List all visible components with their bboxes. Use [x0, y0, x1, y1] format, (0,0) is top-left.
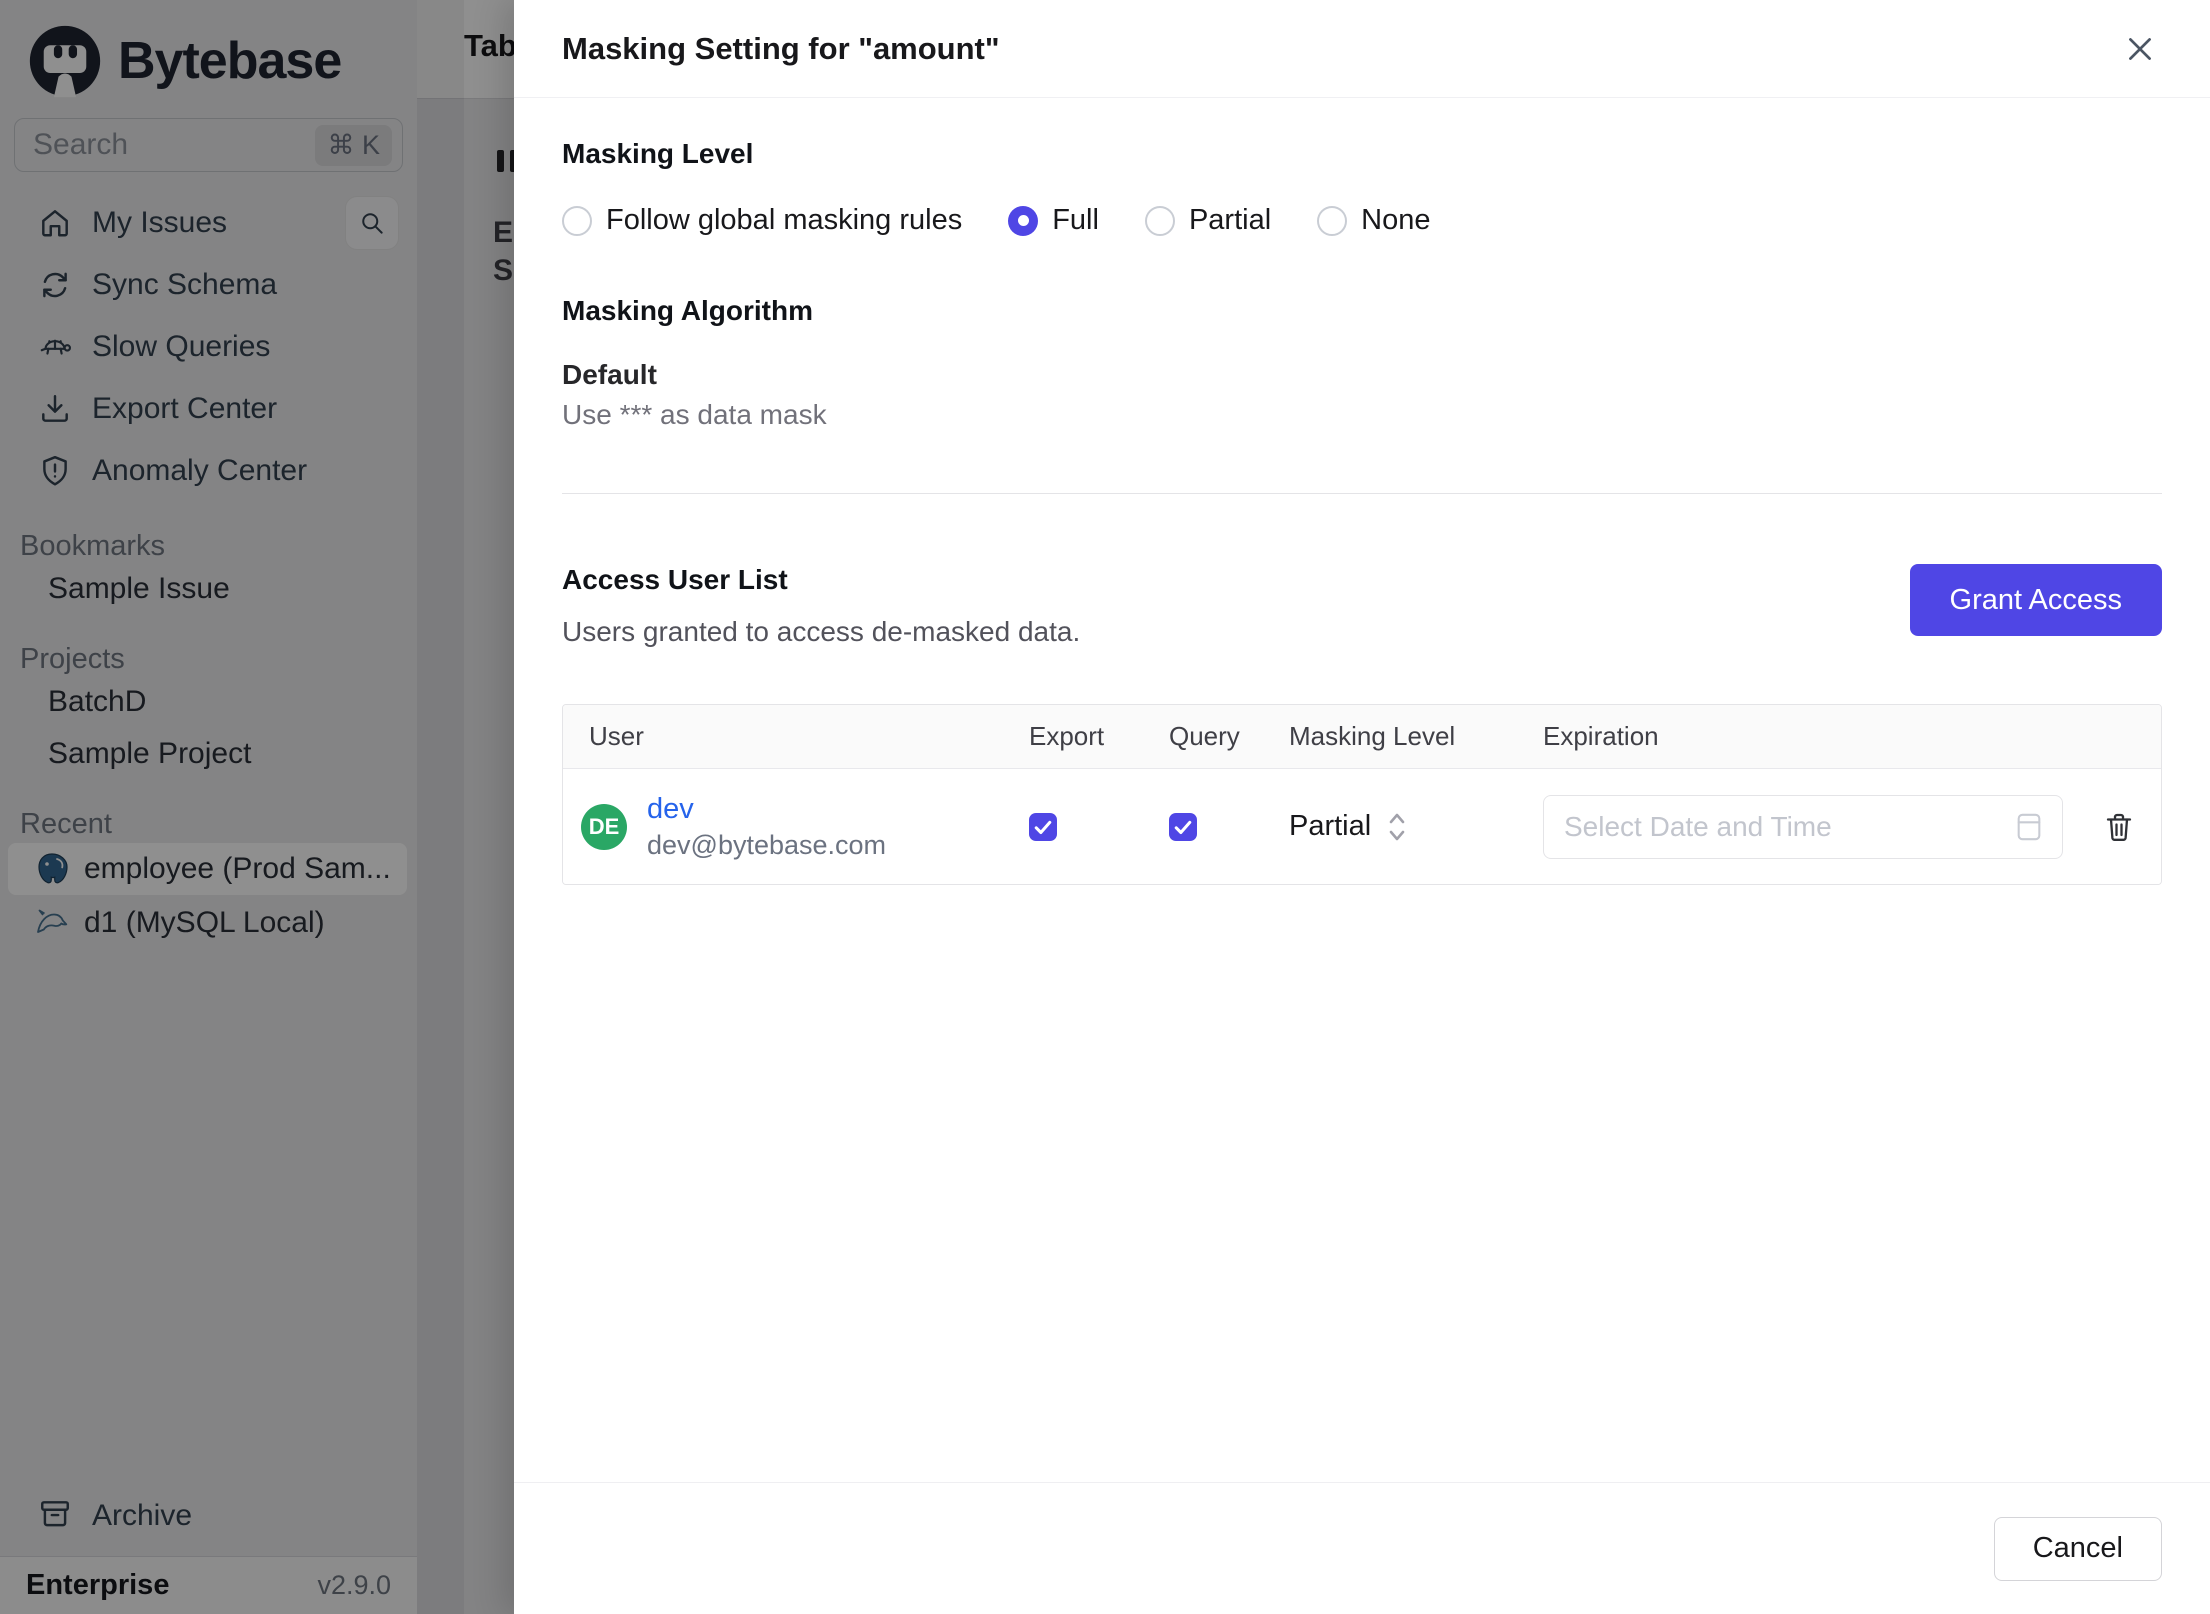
col-masking-level: Masking Level — [1289, 721, 1456, 751]
expiration-input[interactable]: Select Date and Time — [1543, 794, 2063, 859]
radio-label: None — [1361, 204, 1431, 236]
close-button[interactable] — [2118, 27, 2162, 71]
query-cell — [1143, 812, 1263, 841]
access-user-table: User Export Query Masking Level Expirati… — [562, 704, 2162, 885]
masking-level-cell: Partial — [1263, 810, 1517, 844]
radio-full[interactable]: Full — [1008, 204, 1099, 237]
bytebase-app: Bytebase ⌘ K My Issues Sync Schema — [0, 0, 2210, 1614]
masking-level-radio-group: Follow global masking rules Full Partial… — [562, 204, 2162, 237]
expiration-cell: Select Date and Time — [1517, 794, 2161, 859]
divider — [562, 493, 2162, 494]
masking-setting-modal: Masking Setting for "amount" Masking Lev… — [514, 0, 2210, 1614]
col-export: Export — [1029, 721, 1105, 751]
close-icon — [2129, 37, 2151, 60]
radio-partial[interactable]: Partial — [1144, 204, 1272, 237]
check-icon — [1034, 820, 1052, 834]
radio-icon-selected — [1008, 205, 1039, 236]
check-icon — [1174, 820, 1192, 834]
radio-follow-global[interactable]: Follow global masking rules — [562, 204, 962, 237]
radio-icon — [1144, 205, 1175, 236]
masking-level-select[interactable]: Partial — [1289, 810, 1407, 844]
calendar-icon — [2017, 813, 2041, 840]
export-cell — [1003, 812, 1143, 841]
avatar: DE — [581, 803, 627, 850]
access-user-list-subtitle: Users granted to access de-masked data. — [562, 616, 1081, 647]
chevron-updown-icon — [1387, 810, 1407, 844]
radio-label: Full — [1052, 204, 1099, 236]
export-checkbox[interactable] — [1029, 812, 1057, 841]
user-email: dev@bytebase.com — [647, 829, 887, 860]
modal-body: Masking Level Follow global masking rule… — [514, 98, 2210, 1482]
algorithm-description: Use *** as data mask — [562, 399, 827, 430]
user-name-link[interactable]: dev — [647, 791, 886, 827]
radio-icon — [562, 205, 592, 236]
trash-icon — [2106, 813, 2132, 841]
table-row: DE dev dev@bytebase.com Partial Select D… — [563, 769, 2161, 884]
radio-label: Follow global masking rules — [606, 204, 963, 236]
masking-algorithm-heading: Masking Algorithm — [562, 295, 813, 326]
access-user-list-heading: Access User List — [562, 564, 788, 595]
col-user: User — [589, 721, 644, 751]
table-header-row: User Export Query Masking Level Expirati… — [563, 705, 2161, 769]
access-user-list-header: Access User List Users granted to access… — [562, 564, 2162, 648]
modal-title: Masking Setting for "amount" — [562, 30, 1000, 66]
masking-level-value: Partial — [1289, 810, 1372, 842]
col-query: Query — [1169, 721, 1240, 751]
user-cell: DE dev dev@bytebase.com — [563, 791, 1003, 863]
radio-icon — [1317, 205, 1348, 236]
radio-none[interactable]: None — [1317, 204, 1430, 237]
query-checkbox[interactable] — [1169, 812, 1197, 841]
col-expiration: Expiration — [1543, 721, 1659, 751]
radio-label: Partial — [1188, 204, 1272, 236]
modal-footer: Cancel — [514, 1482, 2210, 1614]
delete-access-button[interactable] — [2103, 811, 2135, 843]
cancel-button[interactable]: Cancel — [1993, 1516, 2162, 1581]
expiration-placeholder: Select Date and Time — [1564, 810, 1832, 842]
modal-header: Masking Setting for "amount" — [514, 0, 2210, 98]
algorithm-name: Default — [562, 359, 657, 390]
grant-access-button[interactable]: Grant Access — [1909, 564, 2162, 636]
masking-level-heading: Masking Level — [562, 138, 754, 169]
